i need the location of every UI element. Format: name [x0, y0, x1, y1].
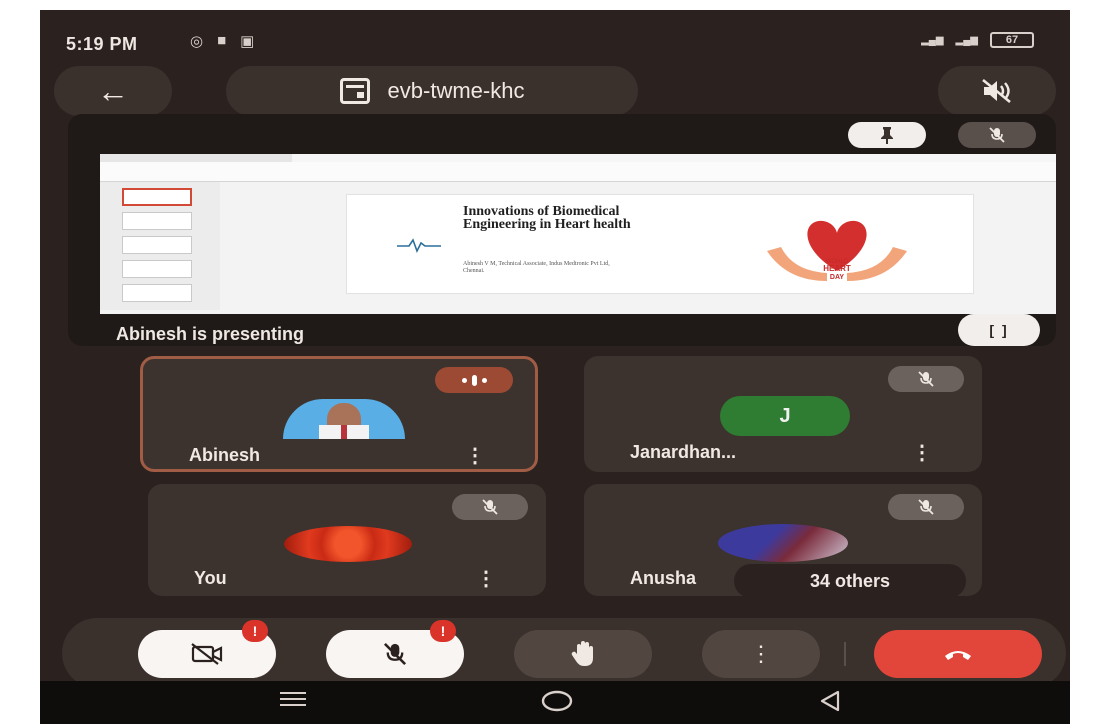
camera-alert-badge: ! [242, 620, 268, 642]
pin-button[interactable] [848, 122, 926, 148]
participant-name: You [194, 568, 227, 588]
camera-button[interactable]: ! [138, 620, 276, 678]
participant-name: Abinesh [189, 445, 261, 465]
avatar [284, 526, 412, 562]
meeting-code-button[interactable]: evb-twme-khc [226, 66, 638, 116]
fullscreen-icon: [ ] [989, 322, 1009, 338]
signal-icon: ▂▄▆ [921, 34, 944, 46]
presenter-mute-indicator [958, 122, 1036, 148]
avatar: J [720, 396, 850, 436]
heart-hands-icon: WORLD HEART DAY [767, 220, 907, 281]
mic-off-icon [482, 499, 498, 515]
signal-icon-2: ▂▄▆ [955, 34, 978, 46]
mic-off-icon [918, 371, 934, 387]
home-icon[interactable] [540, 689, 574, 713]
slide-thumbnail [122, 188, 192, 206]
more-vert-icon: ⋮ [750, 641, 772, 666]
others-count[interactable]: 34 others [734, 564, 966, 598]
status-indicators: ▂▄▆ ▂▄▆ 67 [921, 32, 1034, 48]
powerpoint-ribbon [100, 154, 1056, 182]
more-options-icon[interactable]: ⋮ [465, 443, 485, 468]
participant-tile[interactable]: Abinesh ⋮ [140, 356, 538, 472]
slide-thumbnail [122, 284, 192, 302]
instagram-icon: ▣ [240, 33, 255, 50]
hand-icon [571, 641, 593, 666]
pin-icon [881, 127, 893, 144]
slide-thumbnail [122, 236, 192, 254]
heartbeat-icon [397, 238, 441, 253]
recent-apps-icon[interactable] [278, 689, 308, 709]
participant-tile[interactable]: You ⋮ [148, 484, 546, 596]
mic-off-indicator [452, 494, 528, 520]
avatar-initial: J [779, 404, 791, 427]
camera-off-icon [191, 643, 223, 665]
more-options-icon[interactable]: ⋮ [912, 440, 932, 465]
slide-thumbnails [100, 182, 220, 310]
arrow-left-icon: ← [97, 72, 129, 109]
participant-name: Janardhan... [630, 442, 737, 462]
raise-hand-button[interactable] [514, 630, 652, 678]
audio-output-button[interactable] [938, 66, 1056, 116]
microphone-button[interactable]: ! [326, 620, 464, 678]
end-call-button[interactable] [874, 630, 1042, 678]
world-heart-day-line2: HEART [823, 264, 851, 273]
slide-thumbnail [122, 212, 192, 230]
speaker-off-icon [982, 78, 1011, 104]
status-time: 5:19 PM [66, 34, 138, 54]
back-nav-icon[interactable] [818, 689, 842, 713]
call-controls: ! ! ⋮ [62, 618, 1066, 688]
divider [844, 642, 846, 666]
slide-subtitle: Abinesh V M, Technical Associate, Indus … [463, 261, 610, 274]
world-heart-day-line3: DAY [830, 274, 844, 281]
shared-screen: Innovations of Biomedical Engineering in… [100, 154, 1056, 314]
current-slide: Innovations of Biomedical Engineering in… [346, 194, 974, 294]
avatar [283, 399, 405, 439]
mic-alert-badge: ! [430, 620, 456, 642]
whatsapp-icon: ◎ [190, 33, 204, 50]
hang-up-icon [945, 651, 971, 660]
facebook-icon: ■ [217, 32, 227, 49]
system-navigation-bar [40, 681, 1070, 724]
slide-title: Innovations of Biomedical Engineering in… [463, 204, 631, 232]
mic-off-indicator [888, 366, 964, 392]
participant-tile[interactable]: J Janardhan... ⋮ [584, 356, 982, 472]
fullscreen-button[interactable]: [ ] [958, 314, 1040, 346]
meet-screen: 5:19 PM ◎ ■ ▣ ▂▄▆ ▂▄▆ 67 ← evb-twme-khc [40, 10, 1070, 724]
battery-icon: 67 [990, 32, 1034, 48]
mic-off-icon [383, 642, 407, 666]
presentation-panel: Innovations of Biomedical Engineering in… [68, 114, 1056, 346]
presenting-label: Abinesh is presenting [116, 324, 305, 344]
avatar [718, 524, 848, 562]
calendar-icon [339, 78, 370, 104]
back-button[interactable]: ← [54, 66, 172, 116]
participant-name: Anusha [630, 568, 697, 588]
mic-off-indicator [888, 494, 964, 520]
speaking-indicator [435, 367, 513, 393]
status-app-icons: ◎ ■ ▣ [190, 32, 254, 50]
more-options-button[interactable]: ⋮ [702, 630, 820, 678]
meeting-code: evb-twme-khc [387, 78, 525, 103]
mic-off-icon [989, 127, 1005, 143]
more-options-icon[interactable]: ⋮ [476, 566, 496, 591]
slide-thumbnail [122, 260, 192, 278]
mic-off-icon [918, 499, 934, 515]
